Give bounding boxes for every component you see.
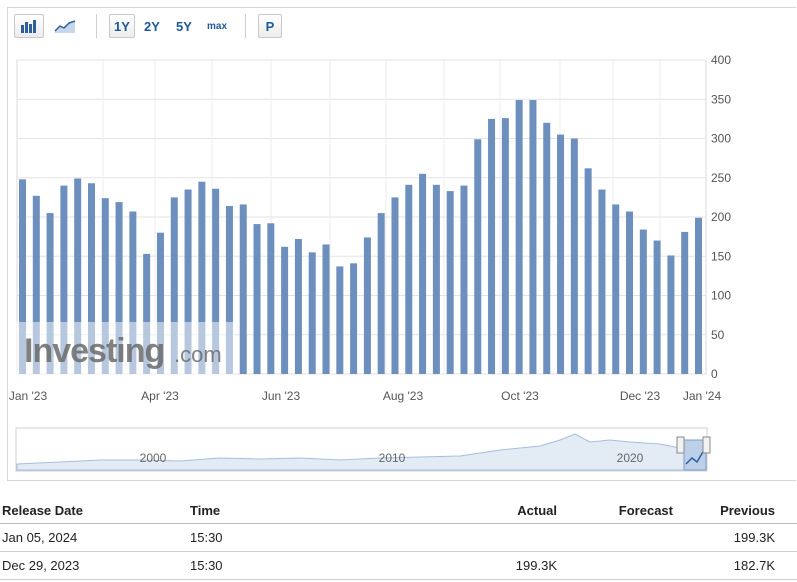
- bar[interactable]: [667, 255, 675, 374]
- bar[interactable]: [281, 246, 289, 374]
- x-tick-label: Apr '23: [141, 389, 179, 403]
- header-actual: Actual: [517, 503, 557, 518]
- watermark-suffix: .com: [174, 342, 222, 367]
- bar[interactable]: [570, 138, 578, 375]
- bar[interactable]: [419, 173, 427, 374]
- bar[interactable]: [639, 229, 647, 374]
- y-tick-label: 100: [711, 289, 731, 303]
- header-release-date: Release Date: [2, 503, 83, 518]
- bar[interactable]: [239, 204, 247, 374]
- bar[interactable]: [501, 118, 509, 374]
- table-row: Dec 29, 2023 15:30 199.3K 182.7K: [0, 552, 797, 580]
- x-tick-label: Dec '23: [620, 389, 661, 403]
- y-tick-label: 300: [711, 132, 731, 146]
- bar[interactable]: [336, 266, 344, 374]
- bar[interactable]: [432, 184, 440, 374]
- y-tick-label: 350: [711, 92, 731, 106]
- bar[interactable]: [294, 238, 302, 374]
- range-navigator[interactable]: 2000 2010 2020: [0, 420, 797, 480]
- y-tick-label: 400: [711, 53, 731, 67]
- bar[interactable]: [681, 231, 689, 374]
- navigator-left-handle[interactable]: [676, 436, 685, 454]
- bar[interactable]: [584, 168, 592, 374]
- bar[interactable]: [350, 263, 358, 374]
- cell-time: 15:30: [190, 558, 223, 573]
- header-time: Time: [190, 503, 221, 518]
- bar[interactable]: [363, 237, 371, 374]
- release-table: Release Date Time Actual Forecast Previo…: [0, 497, 797, 580]
- header-forecast: Forecast: [618, 503, 673, 518]
- bar[interactable]: [488, 118, 496, 375]
- bar[interactable]: [529, 100, 537, 374]
- cell-previous: 199.3K: [733, 530, 775, 545]
- y-tick-label: 150: [711, 249, 731, 263]
- table-row: Jan 05, 2024 15:30 199.3K: [0, 524, 797, 552]
- x-tick-label: Jan '24: [683, 389, 722, 403]
- bar[interactable]: [474, 139, 482, 374]
- bar[interactable]: [391, 197, 399, 375]
- bar[interactable]: [653, 240, 661, 374]
- y-tick-label: 250: [711, 171, 731, 185]
- bar-chart: Investing .com 050100150200250300350400 …: [9, 53, 732, 403]
- x-tick-label: Jan '23: [9, 389, 48, 403]
- y-tick-label: 50: [711, 328, 725, 342]
- y-axis: 0 50 100 150 200 250 300 350 400: [711, 53, 731, 381]
- x-axis: Jan '23 Apr '23 Jun '23 Aug '23 Oct '23 Dec '…: [9, 389, 722, 403]
- bar[interactable]: [612, 204, 620, 374]
- investing-watermark: Investing .com: [16, 322, 234, 375]
- bar[interactable]: [557, 134, 565, 374]
- bar[interactable]: [460, 185, 468, 374]
- cell-release-date: Jan 05, 2024: [2, 530, 78, 545]
- x-tick-label: Aug '23: [383, 389, 424, 403]
- cell-actual: 199.3K: [515, 558, 557, 573]
- bar[interactable]: [253, 224, 261, 374]
- x-tick-label: Oct '23: [501, 389, 539, 403]
- bar[interactable]: [543, 122, 551, 374]
- bar[interactable]: [446, 191, 454, 374]
- bar[interactable]: [695, 217, 702, 374]
- bar[interactable]: [405, 184, 413, 374]
- bar[interactable]: [308, 252, 316, 374]
- navigator-label: 2000: [140, 451, 167, 465]
- x-tick-label: Jun '23: [262, 389, 301, 403]
- bar[interactable]: [377, 213, 385, 374]
- navigator-right-handle[interactable]: [702, 436, 711, 454]
- bar[interactable]: [626, 211, 634, 374]
- cell-release-date: Dec 29, 2023: [2, 558, 80, 573]
- watermark-text: Investing: [24, 332, 164, 370]
- header-previous: Previous: [720, 503, 775, 518]
- navigator-label: 2010: [379, 451, 406, 465]
- y-tick-label: 200: [711, 210, 731, 224]
- bar[interactable]: [322, 244, 330, 374]
- cell-time: 15:30: [190, 530, 223, 545]
- bar[interactable]: [598, 189, 606, 374]
- bar[interactable]: [267, 223, 275, 374]
- bar[interactable]: [515, 100, 523, 374]
- y-tick-label: 0: [711, 367, 718, 381]
- cell-previous: 182.7K: [733, 558, 775, 573]
- navigator-label: 2020: [617, 451, 644, 465]
- table-header-row: Release Date Time Actual Forecast Previo…: [0, 497, 797, 524]
